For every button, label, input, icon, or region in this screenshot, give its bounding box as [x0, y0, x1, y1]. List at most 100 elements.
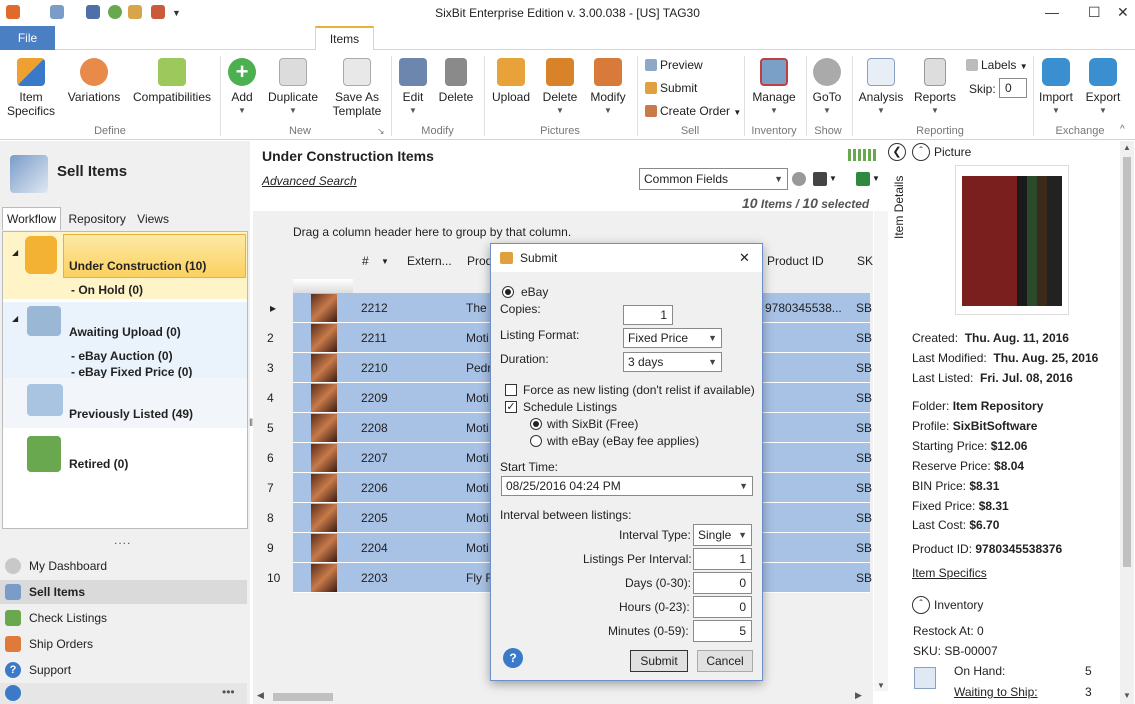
- nav-my-dashboard[interactable]: My Dashboard: [0, 554, 247, 578]
- scroll-left-icon[interactable]: ◀: [257, 690, 264, 701]
- more-options-icon[interactable]: •••: [222, 685, 235, 699]
- nav-ship-orders[interactable]: Ship Orders: [0, 632, 247, 656]
- import-button[interactable]: Import ▼: [1036, 58, 1076, 118]
- close-button[interactable]: ✕: [1117, 4, 1129, 21]
- scroll-up-icon[interactable]: ▲: [1123, 143, 1131, 152]
- nav-sell-items[interactable]: Sell Items: [0, 580, 247, 604]
- save-as-template-button[interactable]: Save As Template: [330, 58, 384, 118]
- interval-type-select[interactable]: Single ▼: [693, 524, 752, 546]
- item-specifics-button[interactable]: Item Specifics: [6, 58, 56, 118]
- schedule-listings-checkbox[interactable]: ✓: [505, 401, 517, 413]
- skip-input[interactable]: 0: [999, 78, 1027, 98]
- tab-views[interactable]: Views: [133, 208, 173, 230]
- save-view-icon[interactable]: [813, 172, 827, 186]
- collapse-ribbon-icon[interactable]: ^: [1120, 124, 1125, 135]
- modify-picture-button[interactable]: Modify ▼: [586, 58, 630, 118]
- duration-select[interactable]: 3 days ▼: [623, 352, 722, 372]
- force-new-listing-checkbox[interactable]: [505, 384, 517, 396]
- days-input[interactable]: 0: [693, 572, 752, 594]
- schedule-ebay-radio[interactable]: [530, 435, 542, 447]
- maximize-button[interactable]: ☐: [1088, 4, 1101, 21]
- compatibilities-button[interactable]: Compatibilities: [130, 58, 214, 104]
- dropdown-arrow-icon[interactable]: ▼: [829, 174, 837, 183]
- workflow-ebay-auction[interactable]: - eBay Auction (0): [71, 349, 173, 363]
- scroll-down-icon[interactable]: ▼: [1123, 691, 1131, 700]
- minutes-input[interactable]: 5: [693, 620, 752, 642]
- analysis-button[interactable]: Analysis ▼: [856, 58, 906, 118]
- horizontal-scrollbar[interactable]: ◀ ▶: [253, 690, 873, 704]
- sort-arrow-icon[interactable]: ▼: [381, 257, 389, 266]
- scrollbar-thumb[interactable]: [1123, 157, 1131, 567]
- dialog-launcher-icon[interactable]: ↘: [377, 126, 385, 137]
- hours-input[interactable]: 0: [693, 596, 752, 618]
- column-header-external[interactable]: Extern...: [407, 254, 452, 268]
- workflow-ebay-fixed-price[interactable]: - eBay Fixed Price (0): [71, 365, 192, 379]
- nav-check-listings[interactable]: Check Listings: [0, 606, 247, 630]
- workflow-retired[interactable]: Retired (0): [69, 457, 128, 471]
- column-header-product[interactable]: Prod: [467, 254, 492, 268]
- dialog-submit-button[interactable]: Submit: [630, 650, 688, 672]
- picture-collapse-icon[interactable]: ˆ: [912, 143, 930, 161]
- inventory-collapse-icon[interactable]: ˆ: [912, 596, 930, 614]
- tab-workflow[interactable]: Workflow: [2, 207, 62, 230]
- delete-picture-button[interactable]: Delete ▼: [540, 58, 580, 118]
- workflow-previously-listed[interactable]: Previously Listed (49): [69, 407, 193, 421]
- delete-item-button[interactable]: Delete: [436, 58, 476, 104]
- workflow-under-construction[interactable]: Under Construction (10): [69, 259, 206, 273]
- advanced-search-link[interactable]: Advanced Search: [262, 174, 357, 188]
- workflow-awaiting-upload[interactable]: Awaiting Upload (0): [69, 325, 181, 339]
- column-header-sku[interactable]: SK: [857, 254, 873, 268]
- dialog-close-button[interactable]: ✕: [739, 244, 750, 272]
- expand-arrow-icon[interactable]: ◢: [12, 248, 18, 257]
- preview-button[interactable]: Preview: [645, 58, 703, 72]
- filter-row[interactable]: [293, 279, 353, 293]
- column-header-number[interactable]: #: [362, 254, 369, 268]
- upload-picture-button[interactable]: Upload: [490, 58, 532, 104]
- waiting-to-ship-link[interactable]: Waiting to Ship:: [954, 685, 1038, 699]
- edit-button[interactable]: Edit ▼: [398, 58, 428, 118]
- dropdown-arrow-icon[interactable]: ▼: [872, 174, 880, 183]
- tab-repository[interactable]: Repository: [64, 208, 129, 230]
- collapse-left-icon[interactable]: ❮: [888, 143, 906, 161]
- product-id-row: Product ID: 9780345538376: [912, 542, 1062, 556]
- tab-items[interactable]: Items: [315, 26, 374, 51]
- grid-view-icon[interactable]: [848, 149, 878, 161]
- details-scrollbar[interactable]: ▲ ▼: [1120, 141, 1134, 704]
- splitter-grip[interactable]: ....: [114, 533, 131, 547]
- dialog-cancel-button[interactable]: Cancel: [697, 650, 753, 672]
- goto-button[interactable]: GoTo ▼: [810, 58, 844, 118]
- submit-button[interactable]: Submit: [645, 81, 697, 95]
- scroll-down-icon[interactable]: ▼: [877, 681, 885, 690]
- column-header-product-id[interactable]: Product ID: [767, 254, 824, 268]
- gear-icon[interactable]: [792, 172, 806, 186]
- reports-button[interactable]: Reports ▼: [912, 58, 958, 118]
- item-specifics-link[interactable]: Item Specifics: [912, 566, 987, 580]
- field-set-select[interactable]: Common Fields ▼: [639, 168, 788, 190]
- listings-per-interval-input[interactable]: 1: [693, 548, 752, 570]
- export-button[interactable]: Export ▼: [1083, 58, 1123, 118]
- copies-input[interactable]: 1: [623, 305, 673, 325]
- variations-button[interactable]: Variations: [66, 58, 122, 104]
- ebay-radio[interactable]: [502, 286, 514, 298]
- item-details-tab[interactable]: Item Details: [892, 176, 906, 239]
- minimize-button[interactable]: —: [1045, 4, 1059, 20]
- nav-support[interactable]: ? Support: [0, 658, 247, 682]
- scrollbar-thumb[interactable]: [273, 693, 333, 701]
- add-button[interactable]: + Add ▼: [226, 58, 258, 118]
- listing-format-select[interactable]: Fixed Price ▼: [623, 328, 722, 348]
- manage-inventory-button[interactable]: Manage ▼: [748, 58, 800, 118]
- labels-button[interactable]: Labels ▼: [966, 58, 1028, 72]
- scroll-right-icon[interactable]: ▶: [855, 690, 862, 701]
- expand-arrow-icon[interactable]: ◢: [12, 314, 18, 323]
- workflow-on-hold[interactable]: - On Hold (0): [71, 283, 143, 297]
- help-icon[interactable]: ?: [503, 648, 523, 668]
- start-time-picker[interactable]: 08/25/2016 04:24 PM ▼: [501, 476, 753, 496]
- create-order-button[interactable]: Create Order ▼: [645, 104, 741, 118]
- schedule-sixbit-radio[interactable]: [530, 418, 542, 430]
- vertical-scrollbar[interactable]: ▼: [874, 211, 888, 691]
- excel-export-icon[interactable]: [856, 172, 870, 186]
- duplicate-button[interactable]: Duplicate ▼: [264, 58, 322, 118]
- item-picture[interactable]: [955, 165, 1069, 315]
- info-icon[interactable]: [5, 685, 21, 701]
- tab-file[interactable]: File: [0, 26, 55, 50]
